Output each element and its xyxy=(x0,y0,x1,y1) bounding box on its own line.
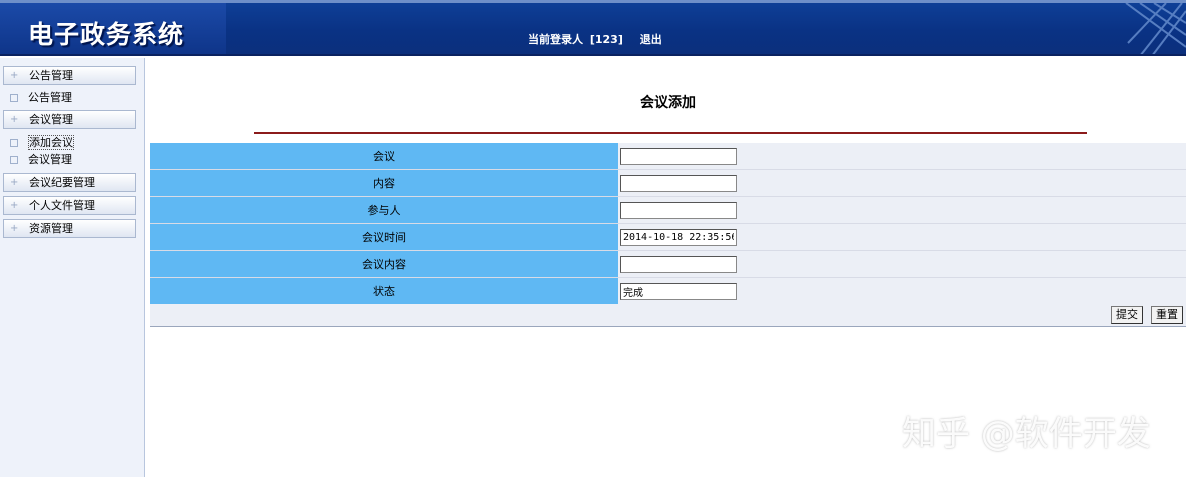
sidebar-item-label: 公告管理 xyxy=(28,91,72,104)
sidebar-item-label: 添加会议 xyxy=(28,135,74,150)
main-content: 会议添加 会议 内容 参与人 会议时间 会议内容 状态 提交 重置 xyxy=(150,58,1186,477)
header-decoration-icon xyxy=(1125,3,1186,54)
top-header: 电子政务系统 当前登录人 [123] 退出 xyxy=(0,0,1186,56)
sidebar-group-resources[interactable]: + 资源管理 xyxy=(3,219,136,238)
form-actions: 提交 重置 xyxy=(150,304,1186,327)
form-row: 会议 xyxy=(150,142,1186,170)
expand-icon: + xyxy=(10,114,19,125)
sidebar-item-label: 会议管理 xyxy=(28,153,72,166)
sidebar-group-label: 会议管理 xyxy=(29,113,73,126)
sidebar-group-label: 资源管理 xyxy=(29,222,73,235)
logo-area: 电子政务系统 xyxy=(0,3,226,54)
sidebar-group-label: 会议纪要管理 xyxy=(29,176,95,189)
logout-link[interactable]: 退出 xyxy=(640,33,662,46)
participants-input[interactable] xyxy=(620,201,737,219)
sidebar-group-personal-files[interactable]: + 个人文件管理 xyxy=(3,196,136,215)
title-divider xyxy=(254,132,1087,134)
app-logo: 电子政务系统 xyxy=(28,20,185,49)
sidebar-group-label: 公告管理 xyxy=(29,69,73,82)
sidebar-item-notice-manage[interactable]: 公告管理 xyxy=(10,91,72,105)
form-row: 参与人 xyxy=(150,196,1186,224)
expand-icon: + xyxy=(10,223,19,234)
watermark: 知乎 @软件开发 xyxy=(902,414,1151,454)
expand-icon: + xyxy=(10,200,19,211)
field-label: 内容 xyxy=(150,169,618,197)
page-title: 会议添加 xyxy=(640,95,696,111)
meeting-name-input[interactable] xyxy=(620,147,737,165)
field-cell xyxy=(618,169,1186,197)
content-input[interactable] xyxy=(620,174,737,192)
login-info: 当前登录人 [123] 退出 xyxy=(528,31,665,47)
tree-node-icon xyxy=(10,139,18,147)
sidebar-item-meeting-manage[interactable]: 会议管理 xyxy=(10,153,72,167)
field-cell xyxy=(618,196,1186,224)
login-user: [123] xyxy=(589,33,623,46)
form-row: 会议时间 xyxy=(150,223,1186,251)
sidebar: + 公告管理 公告管理 + 会议管理 添加会议 会议管理 + 会议纪要管理 + … xyxy=(0,58,145,477)
sidebar-group-notice[interactable]: + 公告管理 xyxy=(3,66,136,85)
field-label: 会议时间 xyxy=(150,223,618,251)
field-cell xyxy=(618,223,1186,251)
sidebar-group-minutes[interactable]: + 会议纪要管理 xyxy=(3,173,136,192)
expand-icon: + xyxy=(10,70,19,81)
sidebar-group-label: 个人文件管理 xyxy=(29,199,95,212)
field-label: 参与人 xyxy=(150,196,618,224)
form-row: 内容 xyxy=(150,169,1186,197)
meeting-form: 会议 内容 参与人 会议时间 会议内容 状态 xyxy=(150,142,1186,305)
field-cell xyxy=(618,277,1186,305)
meeting-time-input[interactable] xyxy=(620,228,737,246)
meeting-content-input[interactable] xyxy=(620,255,737,273)
sidebar-group-meeting[interactable]: + 会议管理 xyxy=(3,110,136,129)
form-row: 会议内容 xyxy=(150,250,1186,278)
tree-node-icon xyxy=(10,156,18,164)
sidebar-item-add-meeting[interactable]: 添加会议 xyxy=(10,135,74,150)
form-row: 状态 xyxy=(150,277,1186,305)
submit-button[interactable]: 提交 xyxy=(1111,306,1143,324)
field-label: 会议内容 xyxy=(150,250,618,278)
expand-icon: + xyxy=(10,177,19,188)
status-input[interactable] xyxy=(620,282,737,300)
field-label: 状态 xyxy=(150,277,618,305)
field-cell xyxy=(618,250,1186,278)
login-label: 当前登录人 xyxy=(528,33,583,46)
field-cell xyxy=(618,142,1186,170)
field-label: 会议 xyxy=(150,142,618,170)
tree-node-icon xyxy=(10,94,18,102)
reset-button[interactable]: 重置 xyxy=(1151,306,1183,324)
